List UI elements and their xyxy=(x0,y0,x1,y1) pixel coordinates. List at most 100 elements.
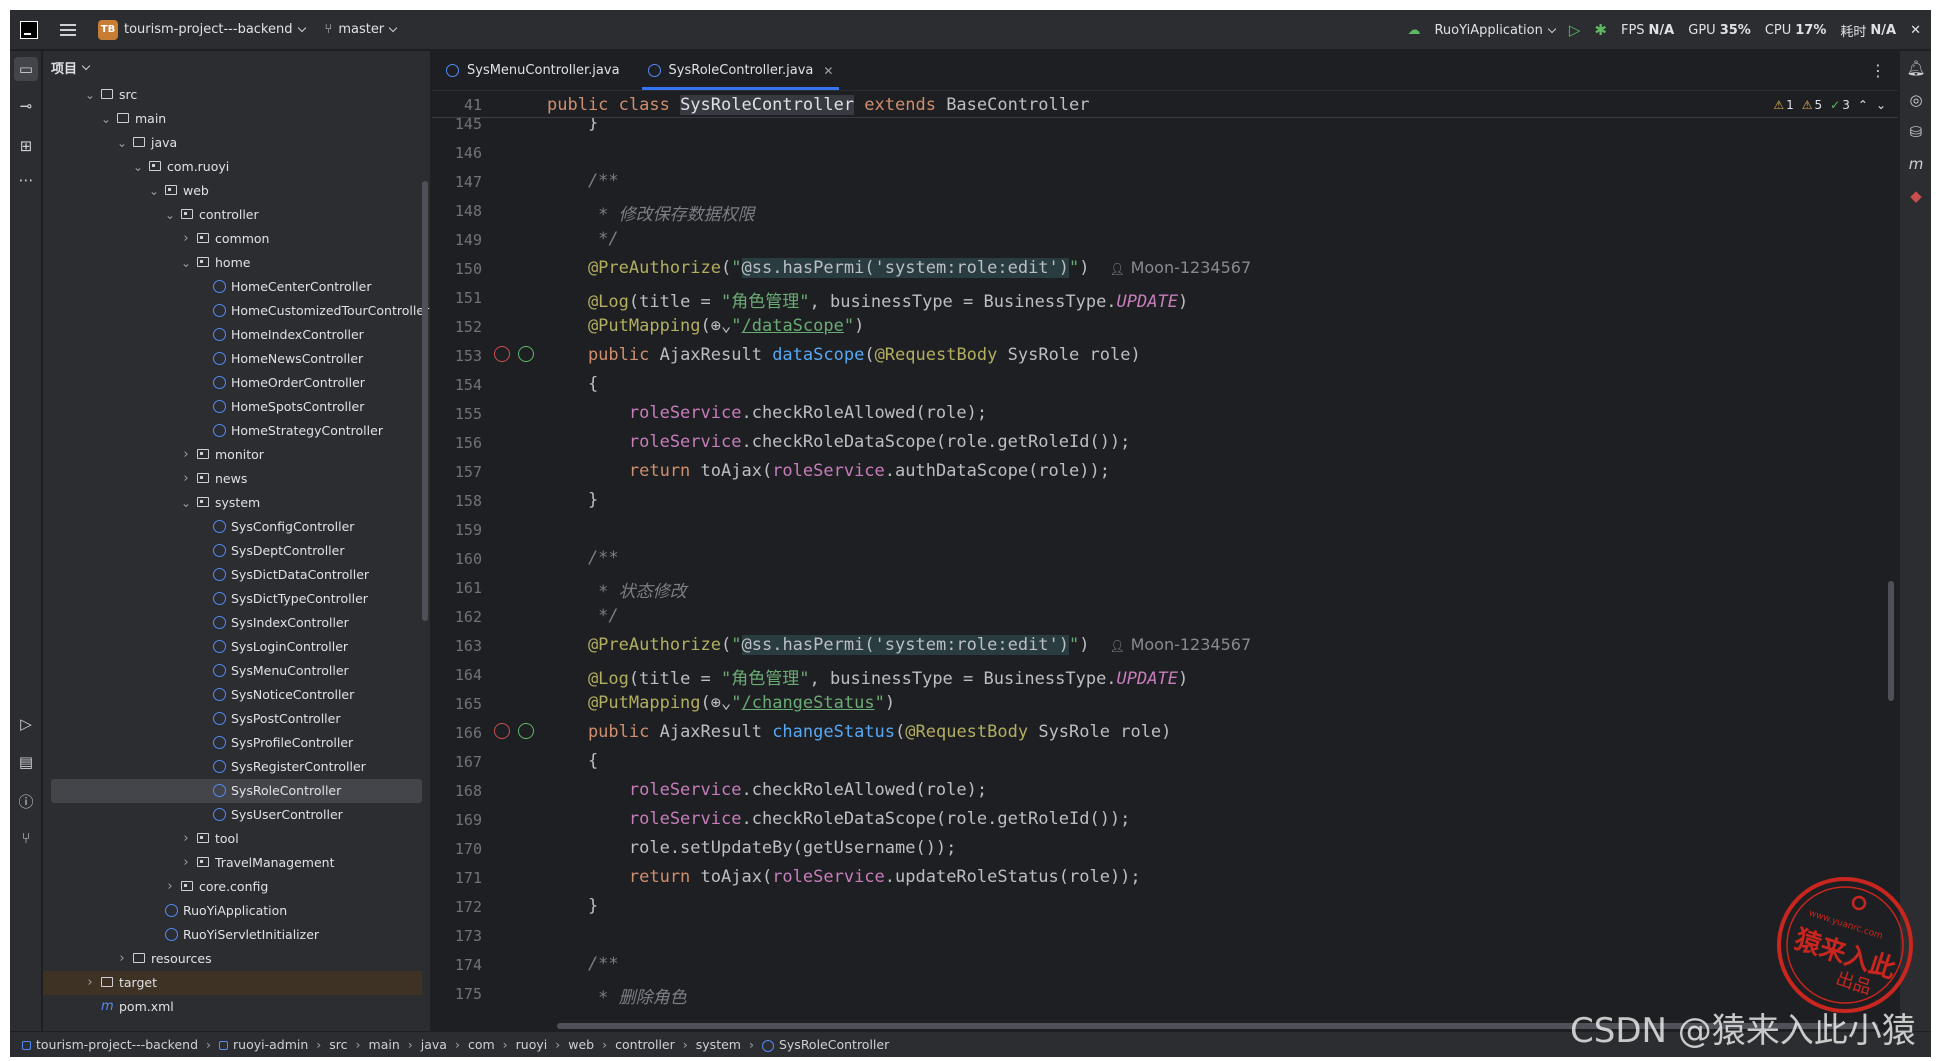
tree-class-item[interactable]: SysDeptController xyxy=(43,539,422,563)
problems-tool-icon[interactable]: ⓘ xyxy=(10,791,42,812)
run-icon[interactable]: ▷ xyxy=(1569,21,1581,39)
code-line[interactable]: 169 roleService.checkRoleDataScope(role.… xyxy=(432,806,1898,835)
code-line[interactable]: 149 */ xyxy=(432,226,1898,255)
chevron-down-icon[interactable]: ⌄ xyxy=(85,83,95,107)
commit-tool-icon[interactable]: ⊸ xyxy=(10,97,42,115)
endpoint-gutter-icon[interactable] xyxy=(494,346,510,362)
services-tool-icon[interactable]: ▷ xyxy=(10,715,42,733)
code-line[interactable]: 172 } xyxy=(432,893,1898,922)
project-tool-icon[interactable]: ▭ xyxy=(14,57,38,81)
code-line[interactable]: 152 @PutMapping(⊕⌄"/dataScope") xyxy=(432,313,1898,342)
code-line[interactable]: 154 { xyxy=(432,371,1898,400)
code-line[interactable]: 161 * 状态修改 xyxy=(432,574,1898,603)
database-icon[interactable]: ⛁ xyxy=(1900,123,1931,141)
code-line[interactable]: 162 */ xyxy=(432,603,1898,632)
code-line[interactable]: 168 roleService.checkRoleAllowed(role); xyxy=(432,777,1898,806)
breadcrumb-item[interactable]: SysRoleController xyxy=(761,1037,889,1052)
tree-folder-item[interactable]: › core.config xyxy=(43,875,422,899)
tree-folder-item[interactable]: ⌄ main xyxy=(43,107,422,131)
chevron-down-icon[interactable]: ⌄ xyxy=(181,491,191,515)
tree-folder-item[interactable]: › target xyxy=(43,971,422,995)
spring-web-gutter-icon[interactable] xyxy=(518,346,534,362)
inspection-widget[interactable]: ⚠ 1 ⚠ 5 ✓ 3 ⌃ ⌄ xyxy=(1773,98,1886,112)
code-line[interactable]: 167 { xyxy=(432,748,1898,777)
more-vertical-icon[interactable]: ⋮ xyxy=(1870,61,1886,80)
tree-folder-item[interactable]: ⌄ src xyxy=(43,83,422,107)
endpoint-gutter-icon[interactable] xyxy=(494,723,510,739)
code-line[interactable]: 157 return toAjax(roleService.authDataSc… xyxy=(432,458,1898,487)
code-author-hint[interactable]: Moon-1234567 xyxy=(1131,635,1252,654)
tree-class-item[interactable]: SysProfileController xyxy=(43,731,422,755)
tree-folder-item[interactable]: ⌄ com.ruoyi xyxy=(43,155,422,179)
tree-class-item[interactable]: HomeSpotsController xyxy=(43,395,422,419)
more-tools-icon[interactable]: ⋯ xyxy=(10,171,42,189)
chevron-down-icon[interactable] xyxy=(388,23,398,33)
chevron-down-icon[interactable]: ⌄ xyxy=(149,179,159,203)
code-line[interactable]: 173 xyxy=(432,922,1898,951)
code-line[interactable]: 150 @PreAuthorize("@ss.hasPermi('system:… xyxy=(432,255,1898,284)
code-lines[interactable]: 145 } 146 147 /** 148 * 修改保存数据权限 149 */150 @… xyxy=(432,113,1898,1031)
terminal-tool-icon[interactable]: ▤ xyxy=(10,753,42,771)
chevron-right-icon[interactable]: › xyxy=(181,227,191,251)
chevron-right-icon[interactable]: › xyxy=(165,875,175,899)
code-author-hint[interactable]: Moon-1234567 xyxy=(1131,258,1252,277)
chevron-down-icon[interactable]: ⌄ xyxy=(1876,98,1886,112)
tree-class-item[interactable]: SysConfigController xyxy=(43,515,422,539)
chevron-right-icon[interactable]: › xyxy=(85,971,95,995)
code-line[interactable]: 158 } xyxy=(432,487,1898,516)
editor-scrollbar[interactable] xyxy=(1888,581,1894,701)
ai-assistant-icon[interactable]: ◎ xyxy=(1900,91,1931,109)
tree-class-item[interactable]: SysDictTypeController xyxy=(43,587,422,611)
project-panel-header[interactable]: 项目 xyxy=(43,51,430,83)
chevron-right-icon[interactable]: › xyxy=(181,827,191,851)
chevron-down-icon[interactable] xyxy=(81,61,91,70)
tree-class-item[interactable]: SysMenuController xyxy=(43,659,422,683)
tree-class-item[interactable]: SysLoginController xyxy=(43,635,422,659)
tree-folder-item[interactable]: › monitor xyxy=(43,443,422,467)
tree-class-item[interactable]: SysNoticeController xyxy=(43,683,422,707)
chevron-down-icon[interactable]: ⌄ xyxy=(101,107,111,131)
chevron-down-icon[interactable]: ⌄ xyxy=(133,155,143,179)
tree-folder-item[interactable]: ⌄ home xyxy=(43,251,422,275)
chevron-down-icon[interactable]: ⌄ xyxy=(117,131,127,155)
git-tool-icon[interactable]: ⑂ xyxy=(10,829,42,847)
tree-class-item[interactable]: SysUserController xyxy=(43,803,422,827)
code-line[interactable]: 174 /** xyxy=(432,951,1898,980)
breadcrumb-item[interactable]: main xyxy=(369,1037,400,1052)
editor-tab[interactable]: SysRoleController.java ✕ xyxy=(634,51,848,90)
tree-folder-item[interactable]: › resources xyxy=(43,947,422,971)
branch-switcher[interactable]: master xyxy=(338,22,384,37)
close-icon[interactable]: ✕ xyxy=(1910,23,1921,38)
project-panel-title[interactable]: 项目 xyxy=(51,58,77,77)
code-line[interactable]: 171 return toAjax(roleService.updateRole… xyxy=(432,864,1898,893)
project-switcher[interactable]: tourism-project---backend xyxy=(124,22,293,37)
code-line[interactable]: 146 xyxy=(432,139,1898,168)
chevron-down-icon[interactable]: ⌄ xyxy=(165,203,175,227)
breadcrumb-item[interactable]: com xyxy=(468,1037,495,1052)
tree-class-item[interactable]: HomeOrderController xyxy=(43,371,422,395)
tree-class-item[interactable]: HomeIndexController xyxy=(43,323,422,347)
tree-folder-item[interactable]: › news xyxy=(43,467,422,491)
tree-class-item[interactable]: SysRoleController xyxy=(51,779,422,803)
debug-icon[interactable]: ✱ xyxy=(1594,21,1607,39)
notifications-icon[interactable]: 🔔︎ xyxy=(1900,59,1931,77)
chevron-down-icon[interactable] xyxy=(297,23,306,33)
tree-folder-item[interactable]: ⌄ controller xyxy=(43,203,422,227)
code-line[interactable]: 163 @PreAuthorize("@ss.hasPermi('system:… xyxy=(432,632,1898,661)
tree-class-item[interactable]: HomeCenterController xyxy=(43,275,422,299)
chevron-down-icon[interactable]: ⌄ xyxy=(181,251,191,275)
plugin-icon[interactable]: ◆ xyxy=(1900,187,1931,205)
chevron-right-icon[interactable]: › xyxy=(181,851,191,875)
breadcrumb-item[interactable]: system xyxy=(696,1037,741,1052)
code-line[interactable]: 151 @Log(title = "角色管理", businessType = … xyxy=(432,284,1898,313)
tree-folder-item[interactable]: › common xyxy=(43,227,422,251)
tree-class-item[interactable]: RuoYiServletInitializer xyxy=(43,923,422,947)
breadcrumb-item[interactable]: web xyxy=(568,1037,594,1052)
run-config-select[interactable]: RuoYiApplication xyxy=(1434,23,1542,38)
main-menu-icon[interactable] xyxy=(60,23,76,36)
breadcrumb-item[interactable]: ruoyi-admin xyxy=(219,1037,308,1052)
project-scrollbar[interactable] xyxy=(422,181,428,621)
tree-class-item[interactable]: HomeCustomizedTourController xyxy=(43,299,429,323)
breadcrumb-item[interactable]: ruoyi xyxy=(516,1037,548,1052)
code-line[interactable]: 159 xyxy=(432,516,1898,545)
